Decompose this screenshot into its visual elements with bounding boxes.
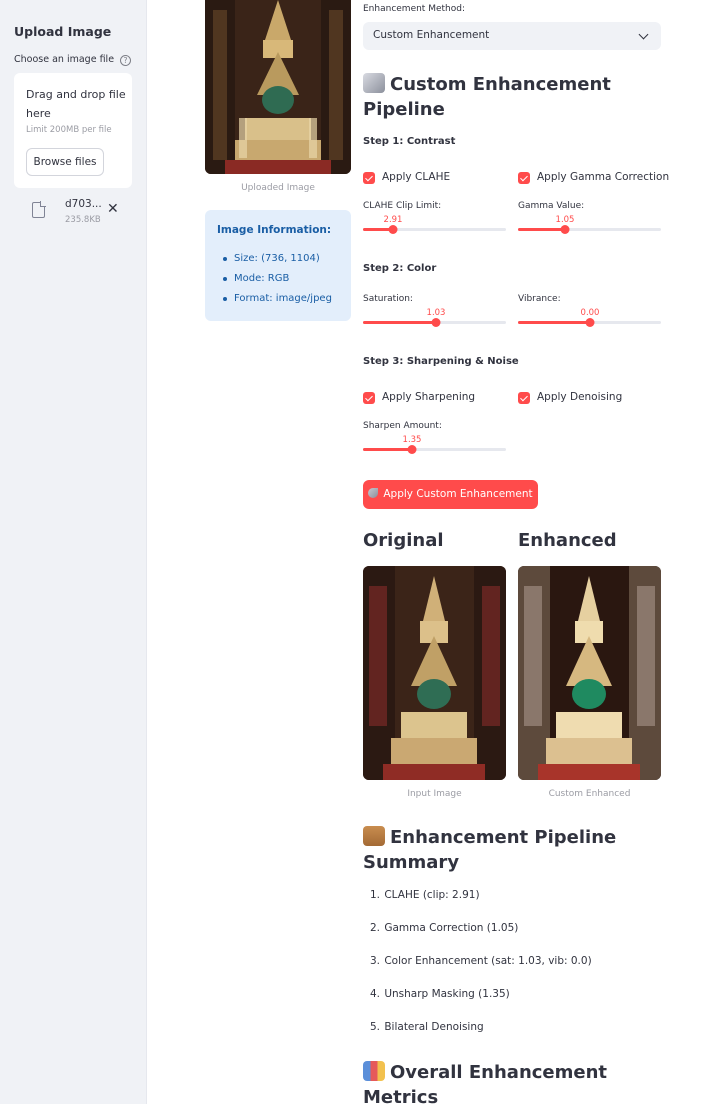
original-image-caption: Input Image <box>407 789 462 799</box>
slider-value: 2.91 <box>383 215 403 225</box>
file-uploader-label: Choose an image file <box>14 54 115 65</box>
uploaded-file: d703... 235.8KB ✕ <box>14 196 132 230</box>
bar-chart-emoji <box>363 1061 385 1081</box>
saturation-slider[interactable]: Saturation: 1.03 <box>363 294 506 330</box>
image-info-list: Size: (736, 1104) Mode: RGB Format: imag… <box>217 252 332 312</box>
original-image <box>363 566 506 780</box>
slider-value: 1.35 <box>402 435 422 445</box>
chevron-down-icon <box>638 29 649 40</box>
slider-thumb[interactable] <box>407 445 417 454</box>
list-item: 1. CLAHE (clip: 2.91) <box>369 889 480 901</box>
checkbox-checked-icon <box>518 392 530 404</box>
enhanced-image <box>518 566 661 780</box>
list-item: 3. Color Enhancement (sat: 1.03, vib: 0.… <box>369 955 592 967</box>
dropzone-text: Drag and drop file here <box>26 88 126 120</box>
slider-value: 0.00 <box>580 308 600 318</box>
image-info-box: Image Information: Size: (736, 1104) Mod… <box>205 210 351 321</box>
enhanced-title: Enhanced <box>518 530 617 551</box>
enhanced-image-caption: Custom Enhanced <box>548 789 631 799</box>
image-info-title: Image Information: <box>217 224 332 236</box>
file-dropzone[interactable]: Drag and drop file here Limit 200MB per … <box>14 73 132 188</box>
slider-thumb[interactable] <box>388 225 398 234</box>
slider-thumb[interactable] <box>431 318 441 327</box>
apply-sharpening-checkbox[interactable]: Apply Sharpening <box>363 391 503 405</box>
gamma-value-slider[interactable]: Gamma Value: 1.05 <box>518 201 661 237</box>
app: Upload Image Choose an image file ? Drag… <box>0 0 720 1104</box>
list-item: 4. Unsharp Masking (1.35) <box>369 988 510 1000</box>
clahe-clip-slider[interactable]: CLAHE Clip Limit: 2.91 <box>363 201 506 237</box>
image-info-item: Format: image/jpeg <box>217 292 332 312</box>
slider-thumb[interactable] <box>560 225 570 234</box>
apply-clahe-checkbox[interactable]: Apply CLAHE <box>363 171 503 185</box>
list-item: 5. Bilateral Denoising <box>369 1021 484 1033</box>
summary-list: 1. CLAHE (clip: 2.91) 2. Gamma Correctio… <box>363 889 592 1054</box>
step2-heading: Step 2: Color <box>363 263 437 274</box>
slider-value: 1.03 <box>426 308 446 318</box>
step3-heading: Step 3: Sharpening & Noise <box>363 356 519 367</box>
image-info-item: Mode: RGB <box>217 272 332 292</box>
file-name: d703... <box>65 198 102 210</box>
image-info-item: Size: (736, 1104) <box>217 252 332 272</box>
control-knobs-emoji <box>363 73 385 93</box>
slider-value: 1.05 <box>555 215 575 225</box>
enhancement-method-label: Enhancement Method: <box>363 4 465 14</box>
original-title: Original <box>363 530 444 551</box>
step1-heading: Step 1: Contrast <box>363 136 456 147</box>
sidebar-title: Upload Image <box>14 24 112 39</box>
slider-thumb[interactable] <box>585 318 595 327</box>
sidebar: Upload Image Choose an image file ? Drag… <box>0 0 147 1104</box>
enhancement-method-value: Custom Enhancement <box>373 29 490 41</box>
apply-denoising-checkbox[interactable]: Apply Denoising <box>518 391 658 405</box>
uploaded-image <box>205 0 351 174</box>
file-size: 235.8KB <box>65 215 101 225</box>
uploaded-image-caption: Uploaded Image <box>241 183 315 193</box>
question-icon[interactable]: ? <box>120 55 131 66</box>
browse-files-button[interactable]: Browse files <box>26 148 104 176</box>
sharpen-amount-slider[interactable]: Sharpen Amount: 1.35 <box>363 421 506 457</box>
list-item: 2. Gamma Correction (1.05) <box>369 922 519 934</box>
checkbox-checked-icon <box>363 172 375 184</box>
close-icon[interactable]: ✕ <box>107 202 119 216</box>
summary-title: Enhancement Pipeline Summary <box>363 826 617 873</box>
checkbox-checked-icon <box>518 172 530 184</box>
apply-gamma-checkbox[interactable]: Apply Gamma Correction <box>518 171 669 185</box>
file-icon <box>32 201 46 218</box>
enhancement-method-select[interactable]: Custom Enhancement <box>363 22 661 50</box>
dropzone-limit: Limit 200MB per file <box>26 125 112 135</box>
rocket-icon <box>368 488 379 498</box>
clipboard-emoji <box>363 826 385 846</box>
checkbox-checked-icon <box>363 392 375 404</box>
pipeline-title: Custom Enhancement Pipeline <box>363 73 611 120</box>
apply-custom-enhancement-button[interactable]: Apply Custom Enhancement <box>363 480 538 509</box>
metrics-title: Overall Enhancement Metrics <box>363 1061 608 1104</box>
vibrance-slider[interactable]: Vibrance: 0.00 <box>518 294 661 330</box>
